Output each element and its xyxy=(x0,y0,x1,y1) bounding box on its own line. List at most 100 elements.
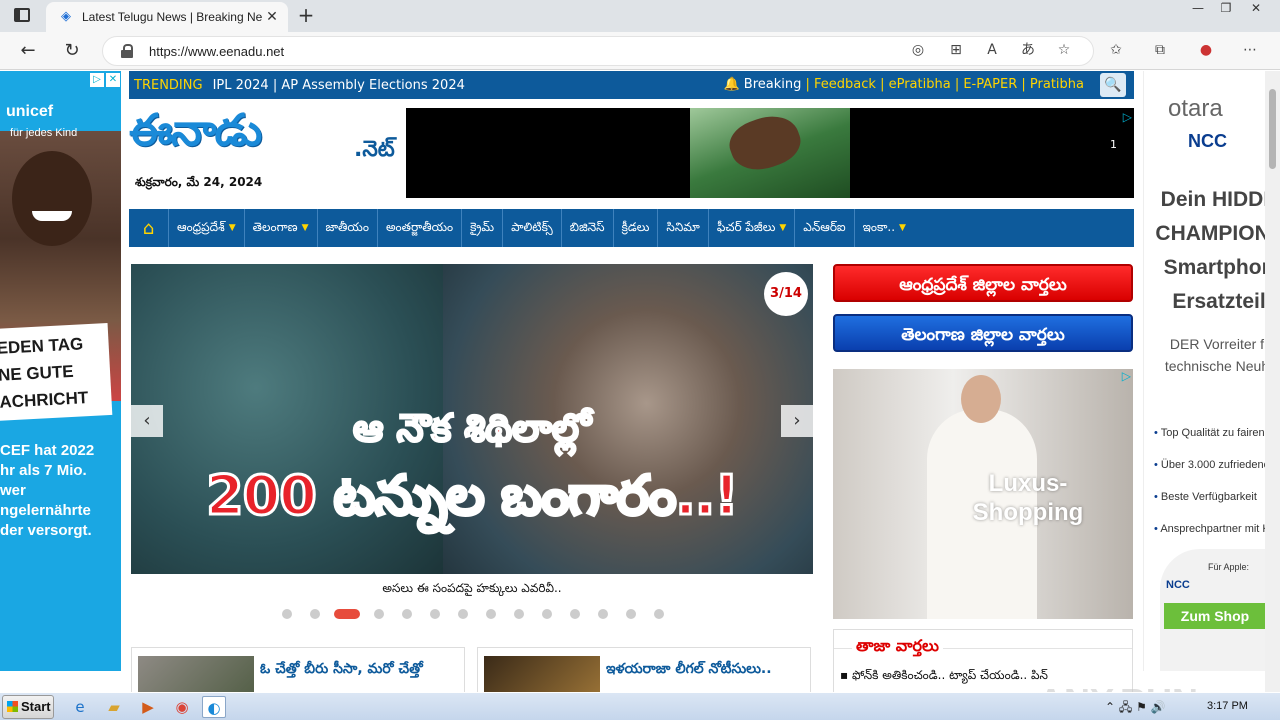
ad-body-line: hr als 7 Mio. xyxy=(0,462,87,479)
collections-icon[interactable]: ⧉ xyxy=(1150,40,1170,60)
slider-dot[interactable] xyxy=(486,609,496,619)
news-card[interactable]: ఓ చేత్తో బీరు సీసా, మరో చేత్తో xyxy=(131,647,465,692)
nav-item[interactable]: క్రీడలు xyxy=(614,209,659,247)
slider-dot[interactable] xyxy=(374,609,384,619)
location-icon[interactable]: ◎ xyxy=(908,40,928,60)
slider-dot[interactable] xyxy=(542,609,552,619)
trending-links[interactable]: IPL 2024 | AP Assembly Elections 2024 xyxy=(213,78,465,93)
slider-dot[interactable] xyxy=(458,609,468,619)
nav-item[interactable]: ఇంకా.. ▼ xyxy=(855,209,914,247)
volume-icon[interactable]: 🔊 xyxy=(1151,700,1166,714)
slide-caption[interactable]: అసలు ఈ సంపదపై హక్కులు ఎవరివీ.. xyxy=(131,581,813,598)
network-icon[interactable]: 🖧 xyxy=(1119,700,1132,714)
news-thumbnail xyxy=(138,656,254,692)
top-link-epratibha[interactable]: ePratibha xyxy=(889,77,951,92)
ad-close-icon[interactable]: ✕ xyxy=(106,73,120,87)
ncc-logo: NCC xyxy=(1188,131,1227,151)
clock[interactable]: 3:17 PM xyxy=(1207,700,1248,712)
nav-label: ఆంధ్రప్రదేశ్ xyxy=(177,219,225,234)
ap-district-news-button[interactable]: ఆంధ్రప్రదేశ్ జిల్లాల వార్తలు xyxy=(833,264,1133,302)
nav-item[interactable]: ఫీచర్ పేజీలు ▼ xyxy=(709,209,796,247)
tab-actions-icon[interactable] xyxy=(14,8,30,22)
nav-item[interactable]: పాలిటిక్స్ xyxy=(503,209,562,247)
news-slider[interactable]: ఆ నౌక శిథిలాల్లో 200 టన్నుల బంగారం..! 3/… xyxy=(131,264,813,574)
apps-icon[interactable]: ⊞ xyxy=(946,40,966,60)
edge-icon[interactable]: ◐ xyxy=(202,696,226,718)
slider-dot[interactable] xyxy=(282,609,292,619)
more-menu-icon[interactable]: ⋯ xyxy=(1240,40,1260,60)
slider-dot[interactable] xyxy=(430,609,440,619)
nav-item[interactable]: బిజినెస్ xyxy=(562,209,614,247)
home-icon[interactable]: ⌂ xyxy=(129,209,169,247)
slider-dot[interactable] xyxy=(514,609,524,619)
nav-label: సినిమా xyxy=(666,219,700,234)
close-tab-icon[interactable]: ✕ xyxy=(264,9,280,25)
nav-item[interactable]: అంతర్జాతీయం xyxy=(378,209,463,247)
adchoices-icon[interactable]: ▷ xyxy=(1123,110,1132,124)
lock-icon[interactable] xyxy=(121,44,133,58)
top-link-pratibha[interactable]: Pratibha xyxy=(1030,77,1084,92)
bell-icon: 🔔 xyxy=(723,77,740,92)
nav-item[interactable]: తెలంగాణ ▼ xyxy=(245,209,318,247)
translate-icon[interactable]: あ xyxy=(1018,40,1038,60)
site-logo[interactable]: ఈనాడు .నెట్ శుక్రవారం, మే 24, 2024 xyxy=(129,105,404,195)
read-aloud-icon[interactable]: A xyxy=(982,40,1002,60)
add-favorite-icon[interactable]: ☆ xyxy=(1054,40,1074,60)
top-video-ad[interactable]: 1 ▷ xyxy=(406,107,1134,198)
top-link-epaper[interactable]: E-PAPER xyxy=(963,77,1017,92)
restore-icon[interactable]: ❐ xyxy=(1212,0,1240,18)
new-tab-button[interactable]: + xyxy=(294,4,318,28)
current-date: శుక్రవారం, మే 24, 2024 xyxy=(135,175,263,189)
nav-item[interactable]: ఆంధ్రప్రదేశ్ ▼ xyxy=(169,209,245,247)
ie-icon[interactable]: e xyxy=(68,696,92,718)
nav-item[interactable]: క్రైమ్ xyxy=(462,209,504,247)
nav-item[interactable]: సినిమా xyxy=(658,209,709,247)
side-ad[interactable]: Luxus-Shopping ▷ xyxy=(833,369,1133,619)
url-text[interactable]: https://www.eenadu.net xyxy=(149,44,284,59)
latest-news-item[interactable]: ▪ ఫోన్‌కి అతికించండి.. ట్యాప్ చేయండి.. ప… xyxy=(840,668,1048,685)
scrollbar-thumb[interactable] xyxy=(1269,89,1276,169)
news-card[interactable]: ఇళయరాజా లీగల్ నోటీసులు.. xyxy=(477,647,811,692)
chevron-left-icon[interactable]: ‹ xyxy=(131,405,163,437)
slider-dot[interactable] xyxy=(402,609,412,619)
close-window-icon[interactable]: ✕ xyxy=(1242,0,1270,18)
page-scrollbar[interactable] xyxy=(1265,71,1280,692)
slider-dot[interactable] xyxy=(654,609,664,619)
browser-tab[interactable]: ◈ Latest Telugu News | Breaking Ne ✕ xyxy=(46,2,288,32)
nav-label: ఇంకా.. xyxy=(862,219,896,234)
adchoices-icon[interactable]: ▷ xyxy=(90,73,104,87)
chevron-right-icon[interactable]: › xyxy=(781,405,813,437)
adchoices-icon[interactable]: ▷ xyxy=(1122,369,1131,383)
latest-news-header: తాజా వార్తలు xyxy=(852,636,943,659)
tg-district-news-button[interactable]: తెలంగాణ జిల్లాల వార్తలు xyxy=(833,314,1133,352)
ad-page-number: 1 xyxy=(1110,138,1117,151)
top-link-breaking[interactable]: Breaking xyxy=(744,77,802,92)
left-ad-banner[interactable]: unicef für jedes Kind EDEN TAG NE GUTE A… xyxy=(0,71,121,671)
news-headline[interactable]: ఓ చేత్తో బీరు సీసా, మరో చేత్తో xyxy=(260,656,423,682)
otara-logo: otara xyxy=(1168,95,1223,122)
nav-item[interactable]: జాతీయం xyxy=(318,209,378,247)
slide-headline-line2: 200 టన్నుల బంగారం..! xyxy=(205,463,741,529)
slider-dot[interactable] xyxy=(626,609,636,619)
tray-expand-icon[interactable]: ⌃ xyxy=(1105,700,1115,714)
top-link-feedback[interactable]: Feedback xyxy=(814,77,876,92)
chrome-icon[interactable]: ◉ xyxy=(170,696,194,718)
nav-item[interactable]: ఎన్‌ఆర్ఐ xyxy=(795,209,855,247)
right-ad-banner[interactable]: otara NCC Dein HIDDE CHAMPION f Smartpho… xyxy=(1143,71,1265,671)
start-button[interactable]: Start xyxy=(2,695,54,719)
slider-dot[interactable] xyxy=(570,609,580,619)
search-icon[interactable]: 🔍 xyxy=(1100,73,1126,97)
slider-dot[interactable] xyxy=(310,609,320,619)
slider-dot[interactable] xyxy=(334,609,360,619)
back-arrow-icon[interactable]: ← xyxy=(14,38,42,64)
slider-dot[interactable] xyxy=(598,609,608,619)
zum-shop-button[interactable]: Zum Shop xyxy=(1164,603,1265,629)
action-center-icon[interactable]: ⚑ xyxy=(1136,700,1147,714)
news-headline[interactable]: ఇళయరాజా లీగల్ నోటీసులు.. xyxy=(606,656,772,682)
media-player-icon[interactable]: ▶ xyxy=(136,696,160,718)
profile-avatar-icon[interactable]: ● xyxy=(1196,40,1216,60)
favorites-icon[interactable]: ✩ xyxy=(1106,40,1126,60)
folder-icon[interactable]: ▰ xyxy=(102,696,126,718)
refresh-icon[interactable]: ↻ xyxy=(58,38,86,64)
minimize-icon[interactable]: — xyxy=(1184,0,1212,18)
